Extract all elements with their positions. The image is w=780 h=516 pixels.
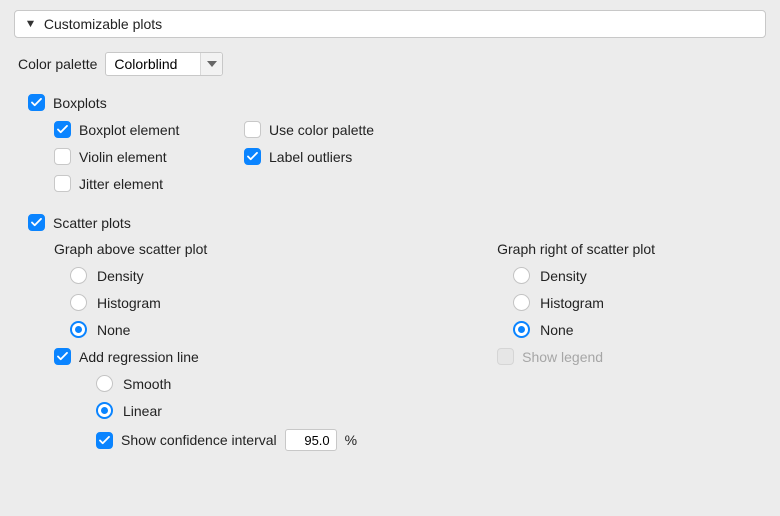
boxplots-checkbox[interactable]: [28, 94, 45, 111]
right-density-radio[interactable]: [513, 267, 530, 284]
confidence-interval-checkbox[interactable]: [96, 432, 113, 449]
right-histogram-radio[interactable]: [513, 294, 530, 311]
regression-smooth-radio[interactable]: [96, 375, 113, 392]
use-color-palette-checkbox[interactable]: [244, 121, 261, 138]
label-outliers-checkbox[interactable]: [244, 148, 261, 165]
boxplot-element-label: Boxplot element: [79, 122, 179, 138]
above-histogram-radio[interactable]: [70, 294, 87, 311]
scatter-plots-checkbox[interactable]: [28, 214, 45, 231]
panel-header[interactable]: ▼ Customizable plots: [14, 10, 766, 38]
confidence-interval-unit: %: [345, 432, 357, 448]
jitter-element-checkbox[interactable]: [54, 175, 71, 192]
regression-linear-label: Linear: [123, 403, 162, 419]
confidence-interval-input[interactable]: [285, 429, 337, 451]
right-none-label: None: [540, 322, 573, 338]
color-palette-label: Color palette: [18, 56, 97, 72]
violin-element-label: Violin element: [79, 149, 167, 165]
label-outliers-label: Label outliers: [269, 149, 352, 165]
show-legend-checkbox: [497, 348, 514, 365]
regression-smooth-label: Smooth: [123, 376, 171, 392]
above-histogram-label: Histogram: [97, 295, 161, 311]
disclosure-triangle-icon: ▼: [24, 18, 36, 30]
right-histogram-label: Histogram: [540, 295, 604, 311]
above-none-radio[interactable]: [70, 321, 87, 338]
boxplot-element-checkbox[interactable]: [54, 121, 71, 138]
regression-linear-radio[interactable]: [96, 402, 113, 419]
violin-element-checkbox[interactable]: [54, 148, 71, 165]
add-regression-checkbox[interactable]: [54, 348, 71, 365]
above-density-label: Density: [97, 268, 144, 284]
show-legend-label: Show legend: [522, 349, 603, 365]
panel-title: Customizable plots: [44, 16, 162, 32]
use-color-palette-label: Use color palette: [269, 122, 374, 138]
graph-above-label: Graph above scatter plot: [54, 241, 357, 257]
scatter-plots-label: Scatter plots: [53, 215, 131, 231]
above-none-label: None: [97, 322, 130, 338]
right-none-radio[interactable]: [513, 321, 530, 338]
confidence-interval-label: Show confidence interval: [121, 432, 277, 448]
add-regression-label: Add regression line: [79, 349, 199, 365]
above-density-radio[interactable]: [70, 267, 87, 284]
right-density-label: Density: [540, 268, 587, 284]
jitter-element-label: Jitter element: [79, 176, 163, 192]
graph-right-label: Graph right of scatter plot: [497, 241, 655, 257]
color-palette-select[interactable]: Colorblind: [105, 52, 223, 76]
boxplots-label: Boxplots: [53, 95, 107, 111]
